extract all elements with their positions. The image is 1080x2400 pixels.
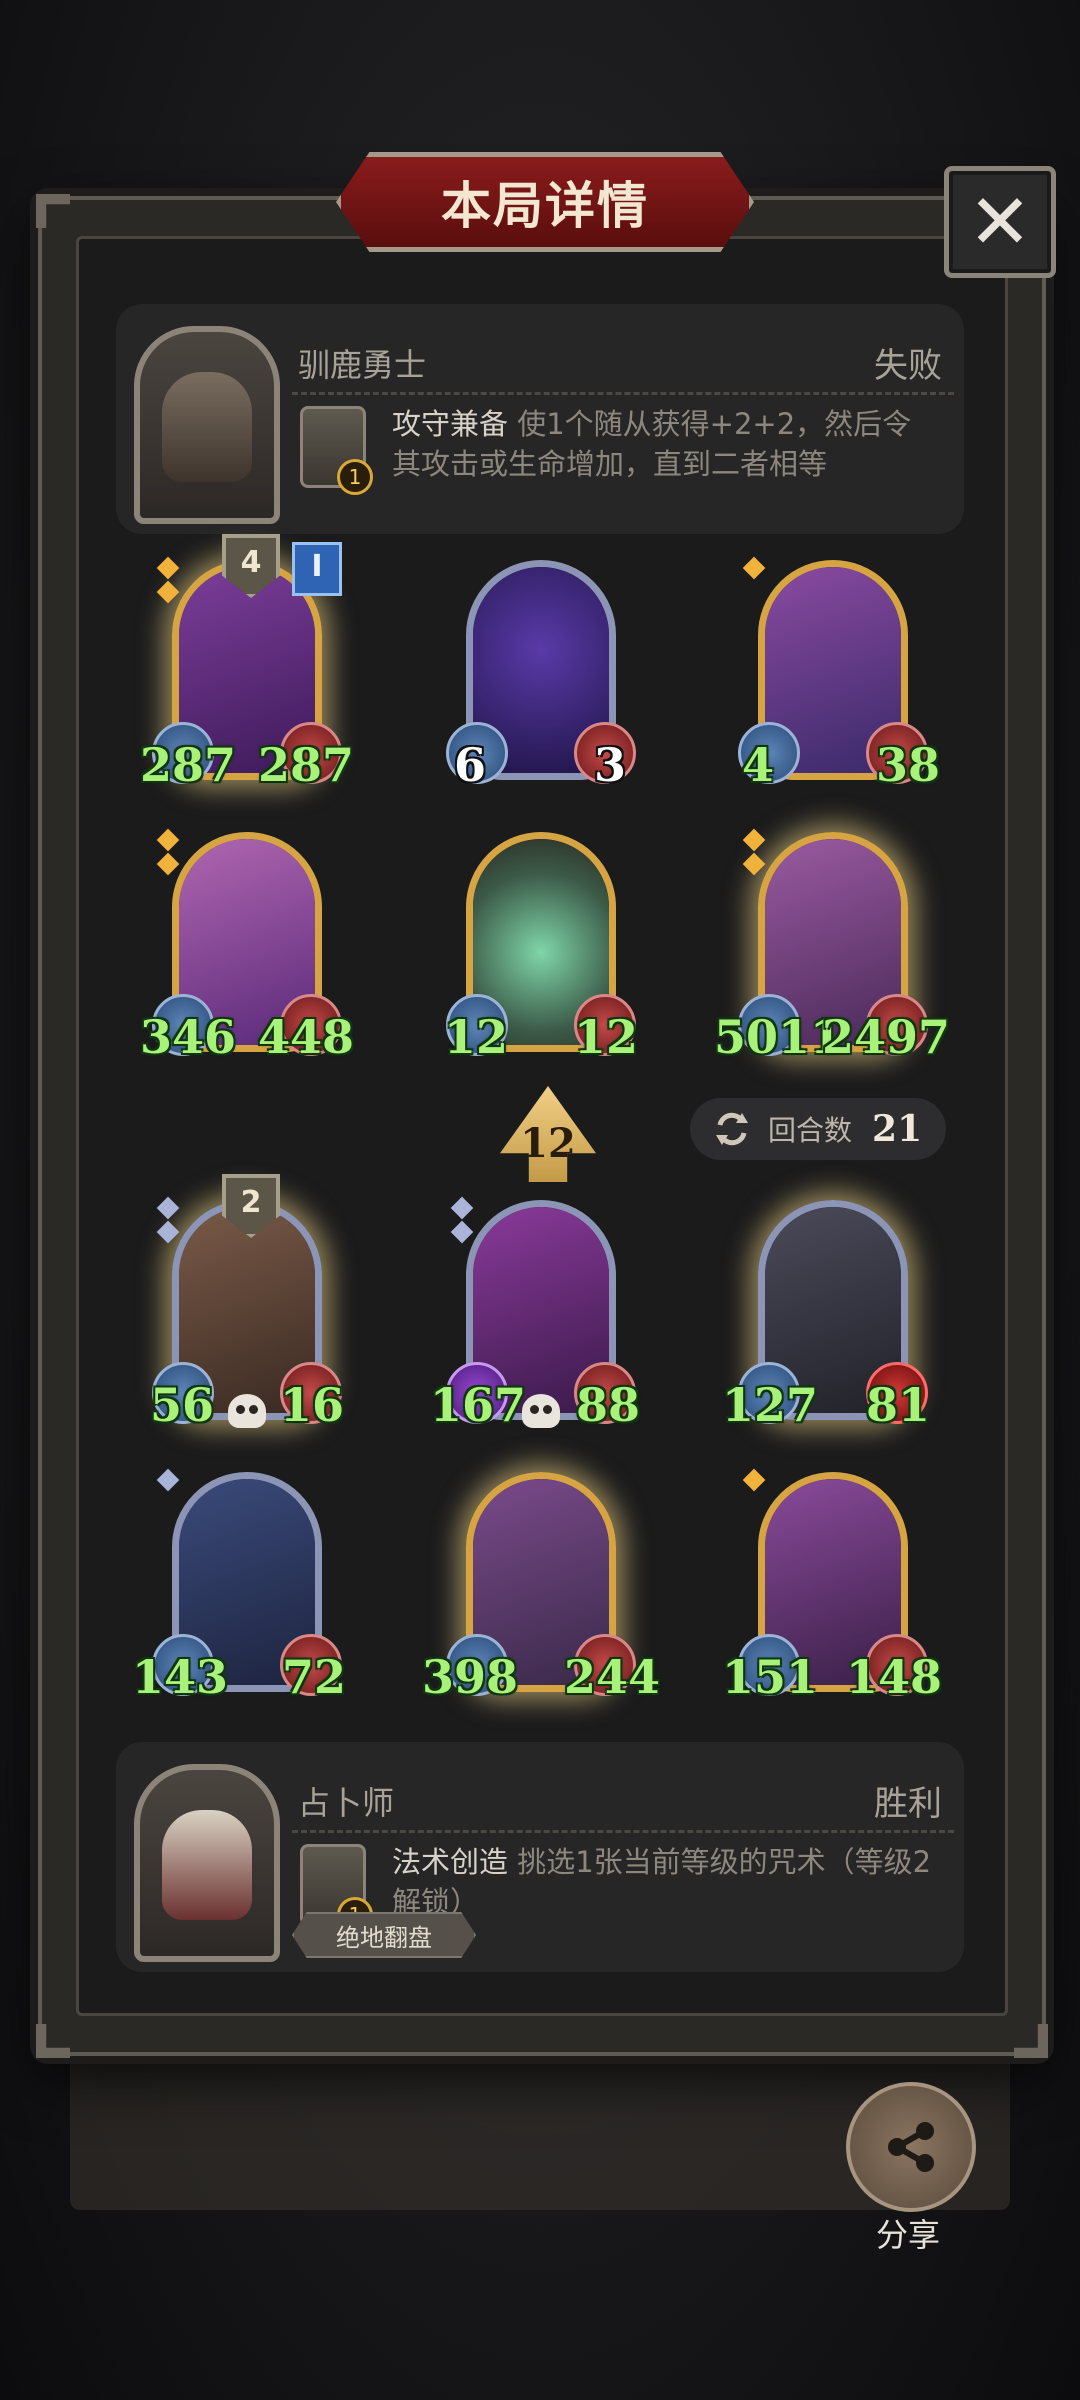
minion-card[interactable]: 5011 2497: [714, 820, 950, 1070]
skill-name: 攻守兼备: [392, 407, 509, 441]
player-result: 胜利: [874, 1784, 942, 1824]
star-pip: [156, 828, 180, 852]
minion-health: 16: [279, 1378, 344, 1432]
minion-attack: 12: [444, 1010, 509, 1064]
minion-attack: 167: [430, 1378, 527, 1432]
minion-health: 148: [845, 1650, 942, 1704]
minion-attack: 4: [742, 738, 775, 792]
minion-health: 2497: [821, 1010, 950, 1064]
star-pip: [742, 828, 766, 852]
minion-card[interactable]: 6 3: [446, 548, 636, 798]
player-name: 占卜师: [298, 1784, 395, 1822]
page-title: 本局详情: [441, 177, 649, 235]
reindeer-warrior-avatar: [162, 372, 252, 482]
minion-health: 81: [865, 1378, 930, 1432]
star-pip: [156, 1220, 180, 1244]
minion-health: 88: [575, 1378, 640, 1432]
hero-power-level: 1: [337, 459, 373, 495]
star-pip: [156, 556, 180, 580]
player-portrait: [134, 1764, 280, 1962]
minion-health: 287: [257, 738, 354, 792]
divider: [292, 392, 954, 395]
skull-icon: [522, 1394, 560, 1428]
minion-health: 3: [593, 738, 626, 792]
star-pip: [742, 556, 766, 580]
minion-health: 244: [563, 1650, 660, 1704]
skill-name: 法术创造: [392, 1845, 509, 1879]
minion-attack: 6: [454, 738, 487, 792]
star-pip: [742, 1468, 766, 1492]
minion-attack: 143: [132, 1650, 229, 1704]
player-info: 占卜师 胜利 1 法术创造 挑选1张当前等级的咒术（等级2解锁） 绝地翻盘: [116, 1742, 964, 1972]
close-button[interactable]: ✕: [944, 166, 1056, 278]
divider: [292, 1830, 954, 1833]
rounds-pill: 回合数 21: [690, 1098, 946, 1160]
fortune-teller-avatar: [162, 1810, 252, 1920]
corner-ornament: [1014, 2024, 1048, 2058]
rounds-value: 21: [872, 1108, 923, 1150]
star-pip: [156, 1196, 180, 1220]
player-skill: 法术创造 挑选1张当前等级的咒术（等级2解锁）: [392, 1842, 938, 1922]
share-label: 分享: [875, 2216, 940, 2254]
star-pip: [450, 1196, 474, 1220]
share-icon: [888, 2122, 934, 2172]
rounds-label: 回合数: [768, 1114, 853, 1147]
minion-attack: 56: [150, 1378, 215, 1432]
achievement-tag-label: 绝地翻盘: [336, 1923, 432, 1952]
hero-power-icon: 1: [300, 406, 373, 495]
star-pip: [450, 1220, 474, 1244]
minion-attack: 127: [722, 1378, 819, 1432]
minion-card[interactable]: 143 72: [132, 1460, 346, 1710]
minion-card[interactable]: 12 12: [444, 820, 638, 1070]
star-pip: [156, 580, 180, 604]
title-banner: 本局详情: [336, 152, 754, 252]
minion-attack: 151: [722, 1650, 819, 1704]
rank-badge: I: [292, 542, 342, 596]
minion-card[interactable]: 167 88: [430, 1188, 640, 1438]
minion-card[interactable]: 346 448: [140, 820, 354, 1070]
minion-health: 38: [875, 738, 940, 792]
minion-attack: 398: [422, 1650, 519, 1704]
opponent-result: 失败: [874, 346, 942, 386]
achievement-tag: 绝地翻盘: [292, 1912, 476, 1958]
minion-card[interactable]: 4 I 287 287: [140, 534, 354, 798]
minion-card[interactable]: 127 81: [722, 1188, 930, 1438]
star-pip: [156, 1468, 180, 1492]
opponent-name: 驯鹿勇士: [298, 346, 427, 384]
close-icon: ✕: [968, 177, 1032, 266]
opponent-info: 驯鹿勇士 失败 1 攻守兼备 使1个随从获得+2+2，然后令其攻击或生命增加，直…: [116, 304, 964, 534]
corner-ornament: [36, 2024, 70, 2058]
minion-health: 448: [257, 1010, 354, 1064]
minion-health: 12: [573, 1010, 638, 1064]
share-button[interactable]: [846, 2082, 976, 2212]
minion-health: 72: [281, 1650, 346, 1704]
minion-card[interactable]: 151 148: [722, 1460, 942, 1710]
star-pip: [156, 852, 180, 876]
minion-attack: 346: [140, 1010, 237, 1064]
star-pip: [742, 852, 766, 876]
minion-card[interactable]: 398 244: [422, 1460, 660, 1710]
opponent-portrait: [134, 326, 280, 524]
corner-ornament: [36, 194, 70, 228]
opponent-skill: 攻守兼备 使1个随从获得+2+2，然后令其攻击或生命增加，直到二者相等: [392, 404, 938, 484]
minion-card[interactable]: 4 38: [738, 548, 940, 798]
cycle-icon: [712, 1109, 752, 1149]
minion-attack: 287: [140, 738, 237, 792]
minion-card[interactable]: 2 56 16: [150, 1174, 344, 1438]
skull-icon: [228, 1394, 266, 1428]
